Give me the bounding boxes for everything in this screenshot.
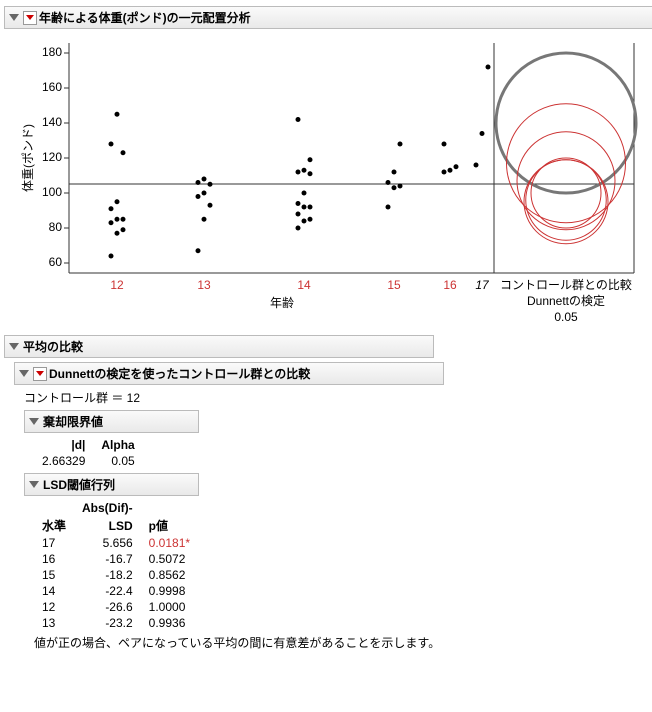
svg-text:16: 16 bbox=[443, 278, 457, 292]
control-group-label: コントロール群 ＝ 12 bbox=[24, 389, 648, 406]
section-means-text: 平均の比較 bbox=[23, 338, 83, 355]
section-means[interactable]: 平均の比較 bbox=[4, 335, 434, 358]
svg-text:60: 60 bbox=[49, 255, 63, 269]
svg-text:120: 120 bbox=[42, 150, 62, 164]
section-lsd[interactable]: LSD閾値行列 bbox=[24, 473, 199, 496]
svg-text:100: 100 bbox=[42, 185, 62, 199]
disclosure-icon[interactable] bbox=[19, 370, 29, 377]
svg-text:80: 80 bbox=[49, 220, 63, 234]
chevron-down-icon[interactable] bbox=[23, 11, 37, 25]
svg-text:15: 15 bbox=[387, 278, 401, 292]
svg-text:12: 12 bbox=[110, 278, 124, 292]
table-row: 16-16.70.5072 bbox=[34, 551, 198, 567]
table-row: 14-22.40.9998 bbox=[34, 583, 198, 599]
table-row: 12-26.61.0000 bbox=[34, 599, 198, 615]
disclosure-icon[interactable] bbox=[9, 14, 19, 21]
x-axis-label: 年齢 bbox=[270, 295, 294, 310]
col-d: |d| bbox=[34, 437, 93, 453]
disclosure-icon[interactable] bbox=[29, 418, 39, 425]
table-row: 15-18.20.8562 bbox=[34, 567, 198, 583]
chevron-down-icon[interactable] bbox=[33, 367, 47, 381]
svg-text:14: 14 bbox=[297, 278, 311, 292]
col-diff-top: Abs(Dif)- bbox=[74, 500, 141, 516]
comparison-circles bbox=[496, 53, 636, 244]
y-ticks: 60 80 100 120 140 160 180 bbox=[42, 45, 69, 269]
svg-text:160: 160 bbox=[42, 80, 62, 94]
section-title-text: 年齢による体重(ポンド)の一元配置分析 bbox=[39, 9, 251, 26]
oneway-chart: 60 80 100 120 140 160 180 体重(ポンド) 12 13 … bbox=[14, 33, 648, 333]
y-axis-label: 体重(ポンド) bbox=[21, 124, 35, 192]
chart-svg: 60 80 100 120 140 160 180 体重(ポンド) 12 13 … bbox=[14, 33, 648, 333]
col-level: 水準 bbox=[34, 516, 74, 535]
col-alpha: Alpha bbox=[93, 437, 142, 453]
svg-text:コントロール群との比較: コントロール群との比較 bbox=[500, 277, 632, 292]
section-critical-text: 棄却限界値 bbox=[43, 413, 103, 430]
svg-text:17: 17 bbox=[475, 278, 490, 292]
val-d: 2.66329 bbox=[34, 453, 93, 469]
critical-table: |d| Alpha 2.66329 0.05 bbox=[34, 437, 143, 469]
section-lsd-text: LSD閾値行列 bbox=[43, 476, 115, 493]
val-alpha: 0.05 bbox=[93, 453, 142, 469]
svg-text:0.05: 0.05 bbox=[554, 310, 578, 324]
svg-text:13: 13 bbox=[197, 278, 211, 292]
table-row: 13-23.20.9936 bbox=[34, 615, 198, 631]
table-row: 175.6560.0181* bbox=[34, 535, 198, 551]
disclosure-icon[interactable] bbox=[9, 343, 19, 350]
col-diff-bot: LSD bbox=[74, 516, 141, 535]
lsd-note: 値が正の場合、ペアになっている平均の間に有意差があることを示します。 bbox=[34, 635, 444, 651]
svg-text:Dunnettの検定: Dunnettの検定 bbox=[527, 293, 605, 308]
data-points bbox=[109, 65, 491, 259]
section-critical[interactable]: 棄却限界値 bbox=[24, 410, 199, 433]
section-dunnett[interactable]: Dunnettの検定を使ったコントロール群との比較 bbox=[14, 362, 444, 385]
svg-text:180: 180 bbox=[42, 45, 62, 59]
col-p: p値 bbox=[141, 516, 198, 535]
disclosure-icon[interactable] bbox=[29, 481, 39, 488]
lsd-table: Abs(Dif)- 水準 LSD p値 175.6560.0181*16-16.… bbox=[34, 500, 198, 631]
x-ticks: 12 13 14 15 16 17 bbox=[110, 278, 490, 292]
section-dunnett-text: Dunnettの検定を使ったコントロール群との比較 bbox=[49, 365, 310, 382]
svg-text:140: 140 bbox=[42, 115, 62, 129]
section-main-title[interactable]: 年齢による体重(ポンド)の一元配置分析 bbox=[4, 6, 652, 29]
